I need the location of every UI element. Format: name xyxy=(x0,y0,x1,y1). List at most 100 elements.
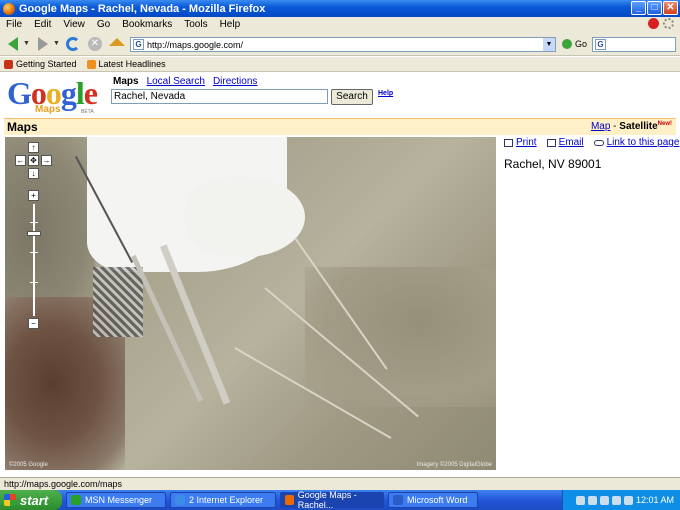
zoom-tick xyxy=(30,222,38,223)
menu-file[interactable]: File xyxy=(6,19,22,30)
address-url: http://maps.google.com/ xyxy=(147,39,244,50)
zoom-slider-handle[interactable] xyxy=(27,231,41,237)
print-icon xyxy=(504,138,513,147)
windows-flag-icon xyxy=(4,494,16,506)
volume-icon[interactable] xyxy=(623,495,633,505)
tray-icon[interactable] xyxy=(575,495,585,505)
pan-center-button[interactable]: ✥ xyxy=(28,155,39,166)
tray-icon[interactable] xyxy=(611,495,621,505)
bookmark-getting-started[interactable]: Getting Started xyxy=(4,59,77,69)
window-title: Google Maps - Rachel, Nevada - Mozilla F… xyxy=(19,2,266,15)
imagery-copyright: Imagery ©2005 DigitalGlobe xyxy=(416,462,492,468)
home-button[interactable] xyxy=(108,35,126,53)
address-dropdown-icon[interactable]: ▼ xyxy=(543,38,555,51)
firefox-task-icon xyxy=(285,495,294,505)
task-label: 2 Internet Explorer xyxy=(189,495,264,505)
map-dry-lakebed xyxy=(185,177,305,257)
menu-tools[interactable]: Tools xyxy=(184,19,207,30)
tray-icon[interactable] xyxy=(587,495,597,505)
email-action[interactable]: Email xyxy=(546,137,584,148)
stop-icon: ✕ xyxy=(87,36,102,51)
start-label: start xyxy=(20,492,49,508)
pan-down-button[interactable]: ↓ xyxy=(28,168,39,179)
task-microsoft-word[interactable]: Microsoft Word xyxy=(388,492,478,508)
bookmark-red-icon xyxy=(4,59,13,69)
menu-go[interactable]: Go xyxy=(97,19,110,30)
forward-dropdown-icon[interactable]: ▼ xyxy=(53,40,60,47)
maps-search-input[interactable]: Rachel, Nevada xyxy=(111,89,328,104)
info-panel: Print Email Link to this page Rachel, NV… xyxy=(504,137,680,171)
pan-up-button[interactable]: ↑ xyxy=(28,142,39,153)
nav-directions[interactable]: Directions xyxy=(213,76,257,87)
link-icon xyxy=(593,139,604,146)
bookmark-label: Getting Started xyxy=(16,59,77,69)
nav-maps-current: Maps xyxy=(113,76,139,87)
stop-indicator-icon xyxy=(648,18,659,29)
result-address: Rachel, NV 89001 xyxy=(504,157,602,171)
menu-edit[interactable]: Edit xyxy=(34,19,51,30)
menu-help[interactable]: Help xyxy=(220,19,241,30)
throbber-icon xyxy=(663,18,674,29)
task-google-maps[interactable]: Google Maps - Rachel... xyxy=(280,490,384,510)
back-dropdown-icon[interactable]: ▼ xyxy=(23,40,30,47)
minimize-button[interactable]: _ xyxy=(631,1,646,15)
map-terrain xyxy=(305,267,496,407)
reload-icon xyxy=(65,36,80,51)
maximize-button[interactable]: □ xyxy=(647,1,662,15)
system-tray: 12:01 AM xyxy=(562,490,680,510)
task-msn-messenger[interactable]: MSN Messenger xyxy=(66,492,166,508)
search-engine-icon[interactable]: G xyxy=(595,39,606,50)
tray-icon[interactable] xyxy=(599,495,609,505)
go-button[interactable]: Go xyxy=(562,39,587,49)
task-label: MSN Messenger xyxy=(85,495,153,505)
menu-bar: File Edit View Go Bookmarks Tools Help xyxy=(0,17,680,32)
address-bar[interactable]: G http://maps.google.com/ ▼ xyxy=(130,37,556,52)
window-titlebar: Google Maps - Rachel, Nevada - Mozilla F… xyxy=(0,0,680,17)
map-view-link[interactable]: Map xyxy=(591,121,610,132)
close-button[interactable]: ✕ xyxy=(663,1,678,15)
logo-beta: BETA xyxy=(81,109,94,115)
word-icon xyxy=(393,495,403,505)
back-arrow-icon xyxy=(8,36,18,51)
menu-view[interactable]: View xyxy=(63,19,85,30)
map-copyright: ©2005 Google xyxy=(9,462,48,468)
print-action[interactable]: Print xyxy=(504,137,537,148)
reload-button[interactable] xyxy=(64,35,82,53)
google-maps-logo[interactable]: Google Maps BETA xyxy=(7,77,103,117)
maps-header-title: Maps xyxy=(7,120,38,134)
stop-button[interactable]: ✕ xyxy=(86,35,104,53)
navigation-toolbar: ▼ ▼ ✕ G http://maps.google.com/ ▼ Go G xyxy=(0,32,680,56)
google-nav: Maps Local Search Directions xyxy=(113,76,257,87)
print-link[interactable]: Print xyxy=(516,137,537,148)
zoom-tick xyxy=(30,282,38,283)
window-buttons: _ □ ✕ xyxy=(631,1,678,15)
zoom-in-button[interactable]: + xyxy=(28,190,39,201)
start-button[interactable]: start xyxy=(0,490,62,510)
browser-search-box[interactable]: G xyxy=(592,37,676,52)
pan-right-button[interactable]: → xyxy=(41,155,52,166)
back-button[interactable] xyxy=(4,35,22,53)
satellite-map[interactable]: ↑ ← ✥ → ↓ + − ©2005 Google Imagery ©2005… xyxy=(5,137,496,470)
bookmark-latest-headlines[interactable]: Latest Headlines xyxy=(86,59,166,69)
go-icon xyxy=(562,39,572,49)
search-button[interactable]: Search xyxy=(331,89,373,105)
home-icon xyxy=(108,37,125,46)
forward-button[interactable] xyxy=(34,35,52,53)
bookmarks-toolbar: Getting Started Latest Headlines xyxy=(0,57,680,72)
firefox-icon xyxy=(3,2,15,15)
nav-local-search[interactable]: Local Search xyxy=(147,76,205,87)
pan-left-button[interactable]: ← xyxy=(15,155,26,166)
new-badge: New! xyxy=(657,121,672,127)
clock: 12:01 AM xyxy=(635,495,674,505)
email-icon xyxy=(546,138,556,147)
help-link[interactable]: Help xyxy=(378,90,393,97)
menu-bookmarks[interactable]: Bookmarks xyxy=(122,19,172,30)
site-favicon-icon: G xyxy=(133,39,144,50)
email-link[interactable]: Email xyxy=(559,137,584,148)
link-action[interactable]: Link to this page xyxy=(593,137,680,148)
task-internet-explorer[interactable]: 2 Internet Explorer xyxy=(170,492,276,508)
zoom-track[interactable] xyxy=(33,204,35,316)
zoom-out-button[interactable]: − xyxy=(28,318,39,329)
map-controls: ↑ ← ✥ → ↓ + − xyxy=(10,142,52,332)
link-to-page-link[interactable]: Link to this page xyxy=(607,137,680,148)
